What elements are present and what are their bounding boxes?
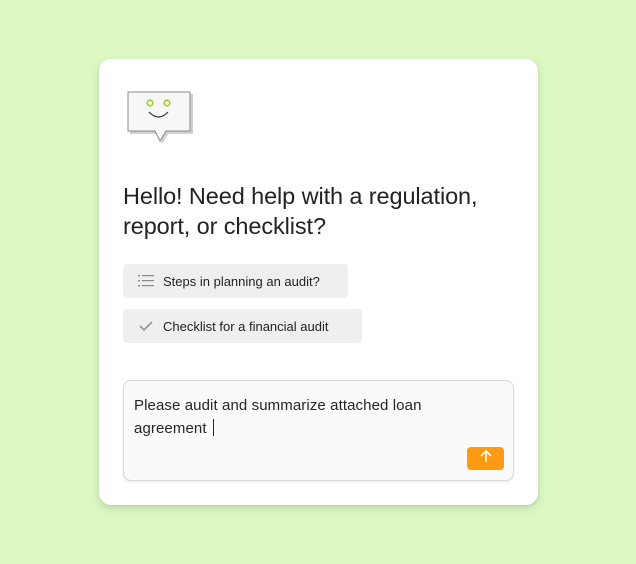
suggestion-chip-financial-checklist[interactable]: Checklist for a financial audit — [123, 309, 362, 343]
list-icon — [138, 273, 154, 289]
suggestion-label: Steps in planning an audit? — [163, 273, 320, 289]
message-input-text[interactable]: Please audit and summarize attached loan… — [134, 394, 474, 440]
assistant-card: Hello! Need help with a regulation, repo… — [99, 59, 538, 505]
chat-bubble-smiley-icon — [126, 90, 196, 150]
send-button[interactable] — [467, 447, 504, 470]
message-input[interactable]: Please audit and summarize attached loan… — [123, 380, 514, 481]
text-caret — [212, 419, 214, 436]
suggestion-label: Checklist for a financial audit — [163, 318, 329, 334]
checkmark-icon — [138, 318, 154, 334]
suggestion-chip-audit-steps[interactable]: Steps in planning an audit? — [123, 264, 348, 298]
greeting-heading: Hello! Need help with a regulation, repo… — [123, 183, 478, 239]
arrow-up-icon — [479, 449, 493, 468]
